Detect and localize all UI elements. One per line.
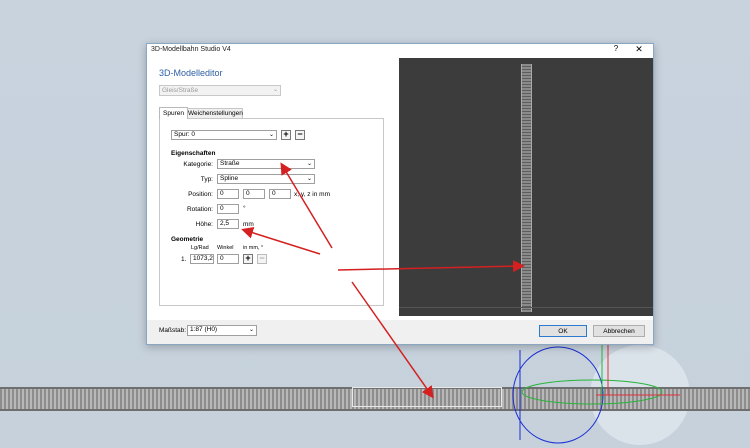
arrow-to-preview	[337, 260, 525, 273]
annotation-arrows	[241, 162, 525, 399]
arrow-to-scene-track	[351, 281, 434, 399]
arrow-to-hoehe	[241, 226, 321, 255]
tab-spuren[interactable]: Spuren	[159, 107, 188, 119]
arrow-to-kategorie	[280, 162, 333, 249]
